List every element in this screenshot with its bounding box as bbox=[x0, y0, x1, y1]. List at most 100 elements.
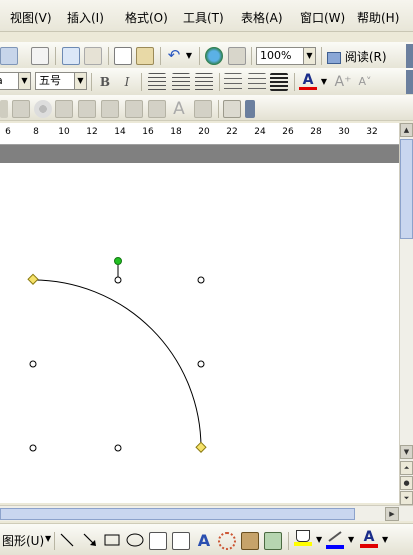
chevron-down-icon[interactable]: ▼ bbox=[348, 535, 354, 544]
italic-button[interactable]: I bbox=[118, 73, 136, 91]
menu-tools[interactable]: 工具(T) bbox=[183, 9, 224, 26]
horizontal-scroll-thumb[interactable] bbox=[0, 508, 355, 520]
undo-dropdown-icon[interactable]: ▼ bbox=[184, 47, 194, 65]
read-button[interactable]: 阅读(R) bbox=[327, 48, 387, 65]
separator bbox=[199, 47, 200, 65]
adjust-handle[interactable] bbox=[195, 441, 207, 453]
menu-view[interactable]: 视图(V) bbox=[10, 9, 52, 26]
book-icon bbox=[327, 51, 341, 64]
arrow-icon[interactable] bbox=[81, 531, 99, 549]
formatting-toolbar: a ▼ 五号 ▼ B I A ▼ A⁺ A˅ bbox=[0, 68, 413, 96]
brightness-icon bbox=[55, 100, 73, 118]
resize-handle[interactable] bbox=[197, 360, 205, 368]
chevron-down-icon[interactable]: ▼ bbox=[303, 48, 315, 64]
chevron-down-icon[interactable]: ▼ bbox=[382, 535, 388, 544]
arc-shape[interactable] bbox=[32, 279, 202, 449]
wordart-icon[interactable]: A bbox=[195, 532, 213, 550]
font-size-value: 五号 bbox=[39, 74, 61, 87]
separator bbox=[251, 47, 252, 65]
menu-insert[interactable]: 插入(I) bbox=[67, 9, 104, 26]
rotation-handle[interactable] bbox=[114, 257, 122, 265]
resize-handle[interactable] bbox=[29, 360, 37, 368]
previous-page-button[interactable]: ⏶ bbox=[400, 461, 413, 475]
ruler-label: 26 bbox=[282, 127, 294, 137]
separator bbox=[108, 47, 109, 65]
image-control-icon bbox=[12, 100, 30, 118]
separator bbox=[91, 73, 92, 91]
resize-handle[interactable] bbox=[197, 276, 205, 284]
scroll-up-button[interactable]: ▲ bbox=[400, 123, 413, 137]
vertical-scrollbar[interactable]: ▲ ▼ ⏶ ● ⏷ bbox=[399, 123, 413, 513]
ruler-label: 16 bbox=[142, 127, 154, 137]
adjust-handle[interactable] bbox=[27, 273, 39, 285]
separator bbox=[141, 73, 142, 91]
toolbar-options-icon[interactable] bbox=[406, 44, 413, 70]
horizontal-scrollbar[interactable]: ▶ bbox=[0, 505, 413, 521]
resize-handle[interactable] bbox=[114, 276, 122, 284]
diagram-icon[interactable] bbox=[218, 532, 236, 550]
vertical-textbox-icon[interactable] bbox=[172, 532, 190, 550]
font-size-select[interactable]: 五号 ▼ bbox=[35, 72, 87, 90]
line-icon[interactable] bbox=[58, 531, 76, 549]
document-page[interactable] bbox=[0, 163, 413, 503]
resize-handle[interactable] bbox=[29, 444, 37, 452]
browse-object-button[interactable]: ● bbox=[400, 476, 413, 490]
ruler-label: 14 bbox=[114, 127, 126, 137]
chevron-down-icon[interactable]: ▼ bbox=[316, 535, 322, 544]
separator bbox=[288, 532, 289, 550]
toolbar-options-icon[interactable] bbox=[245, 100, 255, 118]
paste-icon[interactable] bbox=[136, 47, 154, 65]
spelling-icon[interactable] bbox=[62, 47, 80, 65]
clipart-icon[interactable] bbox=[241, 532, 259, 550]
insert-picture-icon[interactable] bbox=[264, 532, 282, 550]
indent-icon[interactable] bbox=[270, 73, 288, 91]
research-icon[interactable] bbox=[84, 47, 102, 65]
page-top-gap bbox=[0, 145, 413, 163]
chevron-down-icon[interactable]: ▼ bbox=[18, 73, 30, 89]
next-page-button[interactable]: ⏷ bbox=[400, 491, 413, 505]
align-center-icon[interactable] bbox=[172, 73, 190, 91]
ruler-label: 6 bbox=[5, 127, 11, 137]
textbox-icon[interactable] bbox=[149, 532, 167, 550]
menu-window[interactable]: 窗口(W) bbox=[300, 9, 345, 26]
hyperlink-icon[interactable] bbox=[205, 47, 223, 65]
menu-format[interactable]: 格式(O) bbox=[125, 9, 168, 26]
fill-color-icon[interactable] bbox=[294, 530, 312, 548]
zoom-select[interactable]: 100% ▼ bbox=[256, 47, 316, 65]
shrink-font-icon[interactable]: A˅ bbox=[356, 73, 374, 91]
resize-handle[interactable] bbox=[114, 444, 122, 452]
scroll-right-button[interactable]: ▶ bbox=[385, 507, 399, 521]
scroll-thumb[interactable] bbox=[400, 139, 413, 239]
print-icon[interactable] bbox=[0, 47, 18, 65]
menu-help[interactable]: 帮助(H) bbox=[357, 9, 399, 26]
font-color-icon[interactable]: A bbox=[360, 530, 378, 548]
print-preview-icon[interactable] bbox=[31, 47, 49, 65]
menu-table[interactable]: 表格(A) bbox=[241, 9, 283, 26]
toolbar-options-icon[interactable] bbox=[406, 70, 413, 94]
bold-button[interactable]: B bbox=[96, 73, 114, 91]
scroll-down-button[interactable]: ▼ bbox=[400, 445, 413, 459]
justify-icon[interactable] bbox=[148, 73, 166, 91]
chevron-down-icon[interactable]: ▼ bbox=[74, 73, 86, 89]
grow-font-icon[interactable]: A⁺ bbox=[334, 73, 352, 91]
align-right-icon[interactable] bbox=[195, 73, 213, 91]
horizontal-ruler: 6 8 10 12 14 16 18 20 22 24 26 28 30 32 bbox=[0, 123, 413, 145]
table-icon[interactable] bbox=[228, 47, 246, 65]
draw-menu-button[interactable]: 图形(U) bbox=[2, 532, 44, 549]
line-color-icon[interactable] bbox=[326, 530, 344, 549]
ruler-label: 30 bbox=[338, 127, 350, 137]
rectangle-icon[interactable] bbox=[103, 531, 121, 549]
reset-picture-icon[interactable] bbox=[223, 100, 241, 118]
undo-icon[interactable]: ↶ bbox=[165, 47, 183, 65]
ruler-label: 28 bbox=[310, 127, 322, 137]
oval-icon[interactable] bbox=[125, 531, 145, 549]
chevron-down-icon[interactable]: ▼ bbox=[319, 73, 329, 91]
copy-icon[interactable] bbox=[114, 47, 132, 65]
style-select[interactable]: a ▼ bbox=[0, 72, 31, 90]
separator bbox=[294, 73, 295, 91]
bullets-icon[interactable] bbox=[248, 73, 266, 91]
font-color-icon[interactable]: A bbox=[299, 73, 317, 91]
drawing-toolbar: 图形(U) ▼ A ▼ ▼ A ▼ bbox=[0, 523, 413, 555]
numbering-icon[interactable] bbox=[224, 73, 242, 91]
chevron-down-icon[interactable]: ▼ bbox=[45, 534, 51, 543]
